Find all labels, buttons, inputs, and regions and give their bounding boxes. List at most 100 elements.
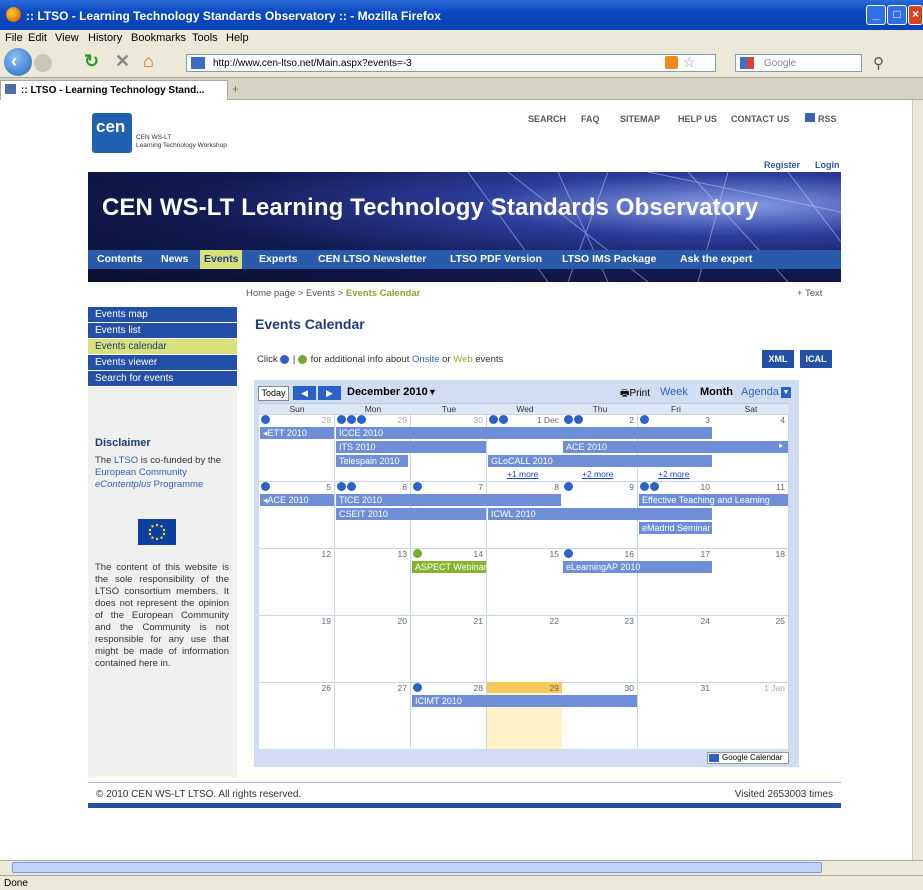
econtentplus-link[interactable]: eContentplus	[95, 479, 151, 490]
calendar-event[interactable]: eMadrid Seminar	[639, 522, 712, 534]
breadcrumb-events[interactable]: Events	[306, 288, 335, 299]
calendar-event[interactable]: ◂ETT 2010	[260, 427, 334, 439]
agenda-dropdown-icon[interactable]: ▼	[781, 387, 791, 398]
info-icon[interactable]	[574, 415, 583, 425]
faq-link[interactable]: FAQ	[581, 114, 600, 124]
sidebar-item-events-list[interactable]: Events list	[88, 323, 237, 339]
nav-pdf-version[interactable]: LTSO PDF Version	[450, 253, 542, 265]
next-month-button[interactable]: ▶	[318, 386, 341, 400]
ltso-link[interactable]: LTSO	[114, 455, 138, 466]
info-icon[interactable]	[413, 549, 422, 559]
bookmark-star-icon[interactable]: ☆	[683, 54, 696, 71]
new-tab-button[interactable]: +	[232, 82, 239, 96]
calendar-event[interactable]: Telespain 2010	[336, 455, 408, 467]
more-events-link[interactable]: +1 more	[507, 469, 538, 479]
info-icon[interactable]	[337, 482, 346, 492]
calendar-event[interactable]: TICE 2010	[336, 494, 561, 506]
menu-help[interactable]: Help	[226, 32, 249, 44]
ical-button[interactable]: ICAL	[800, 350, 832, 368]
stop-icon[interactable]: ✕	[115, 51, 130, 72]
nav-experts[interactable]: Experts	[259, 253, 298, 265]
info-icon[interactable]	[357, 415, 366, 425]
info-icon[interactable]	[261, 482, 270, 492]
more-events-link[interactable]: +2 more	[658, 469, 689, 479]
more-events-link[interactable]: +2 more	[582, 469, 613, 479]
google-search-engine-icon[interactable]	[740, 57, 754, 69]
calendar-event[interactable]: ◂ACE 2010	[260, 494, 334, 506]
info-icon[interactable]	[564, 549, 573, 559]
calendar-event[interactable]: ICCE 2010	[336, 427, 712, 439]
google-calendar-badge[interactable]: Google Calendar	[707, 752, 789, 764]
breadcrumb-home[interactable]: Home page	[246, 288, 295, 299]
contact-us-link[interactable]: CONTACT US	[731, 114, 789, 124]
menu-edit[interactable]: Edit	[28, 32, 47, 44]
tab-week[interactable]: Week	[660, 386, 688, 398]
vertical-scrollbar[interactable]	[912, 100, 923, 860]
calendar-event[interactable]: ASPECT Webinar	[412, 561, 486, 573]
search-input[interactable]: Google	[735, 54, 862, 72]
info-icon[interactable]	[564, 415, 573, 425]
tab-ltso[interactable]: :: LTSO - Learning Technology Stand...	[0, 80, 228, 100]
nav-ask-expert[interactable]: Ask the expert	[680, 253, 752, 265]
sidebar-item-events-calendar[interactable]: Events calendar	[88, 339, 237, 355]
reload-icon[interactable]: ↻	[84, 51, 99, 72]
calendar-event[interactable]: ICWL 2010	[488, 508, 712, 520]
nav-news[interactable]: News	[161, 253, 188, 265]
month-dropdown-icon[interactable]: ▼	[428, 387, 437, 397]
info-icon[interactable]	[347, 415, 356, 425]
menu-file[interactable]: File	[5, 32, 23, 44]
menu-view[interactable]: View	[55, 32, 79, 44]
tab-month[interactable]: Month	[696, 384, 734, 401]
info-icon[interactable]	[261, 415, 270, 425]
sidebar-item-search-events[interactable]: Search for events	[88, 371, 237, 387]
prev-month-button[interactable]: ◀	[293, 386, 316, 400]
calendar-event[interactable]: ACE 2010	[563, 441, 788, 453]
menu-bookmarks[interactable]: Bookmarks	[131, 32, 186, 44]
home-icon[interactable]: ⌂	[143, 51, 154, 72]
info-icon[interactable]	[640, 482, 649, 492]
info-icon[interactable]	[413, 683, 422, 693]
sitemap-link[interactable]: SITEMAP	[620, 114, 660, 124]
info-icon[interactable]	[347, 482, 356, 492]
calendar-event[interactable]: CSEIT 2010	[336, 508, 486, 520]
menu-tools[interactable]: Tools	[192, 32, 218, 44]
info-icon[interactable]	[650, 482, 659, 492]
onsite-link[interactable]: Onsite	[412, 354, 439, 365]
horizontal-scroll-thumb[interactable]	[12, 862, 822, 873]
rss-icon[interactable]	[805, 113, 815, 122]
ec-link[interactable]: European Community	[95, 467, 187, 478]
login-link[interactable]: Login	[815, 160, 840, 170]
maximize-button[interactable]: □	[887, 5, 907, 25]
calendar-event[interactable]: ICIMT 2010	[412, 695, 637, 707]
close-button[interactable]: ×	[908, 5, 923, 25]
nav-contents[interactable]: Contents	[97, 253, 143, 265]
calendar-event[interactable]: eLearningAP 2010	[563, 561, 712, 573]
back-button[interactable]	[4, 48, 32, 76]
calendar-event[interactable]: GLoCALL 2010	[488, 455, 712, 467]
xml-button[interactable]: XML	[762, 350, 794, 368]
info-icon[interactable]	[489, 415, 498, 425]
info-icon[interactable]	[564, 482, 573, 492]
menu-history[interactable]: History	[88, 32, 122, 44]
programme-link[interactable]: Programme	[151, 479, 204, 490]
register-link[interactable]: Register	[764, 160, 800, 170]
calendar-event[interactable]: ITS 2010	[336, 441, 486, 453]
info-icon[interactable]	[413, 482, 422, 492]
rss-feed-icon[interactable]	[665, 56, 678, 69]
forward-button[interactable]	[34, 54, 52, 72]
info-icon[interactable]	[640, 415, 649, 425]
site-identity-icon[interactable]	[191, 57, 205, 69]
tab-agenda[interactable]: Agenda	[741, 386, 779, 398]
rss-link[interactable]: RSS	[818, 114, 837, 124]
info-icon[interactable]	[499, 415, 508, 425]
web-link[interactable]: Web	[453, 354, 472, 365]
nav-newsletter[interactable]: CEN LTSO Newsletter	[318, 253, 426, 265]
sidebar-item-events-map[interactable]: Events map	[88, 307, 237, 323]
text-size-toggle[interactable]: + Text	[797, 288, 822, 299]
sidebar-item-events-viewer[interactable]: Events viewer	[88, 355, 237, 371]
nav-events[interactable]: Events	[200, 250, 243, 269]
cen-logo[interactable]: cen	[92, 113, 132, 153]
nav-ims-package[interactable]: LTSO IMS Package	[562, 253, 656, 265]
calendar-event[interactable]: Effective Teaching and Learning	[639, 494, 788, 506]
today-button[interactable]: Today	[258, 386, 289, 401]
